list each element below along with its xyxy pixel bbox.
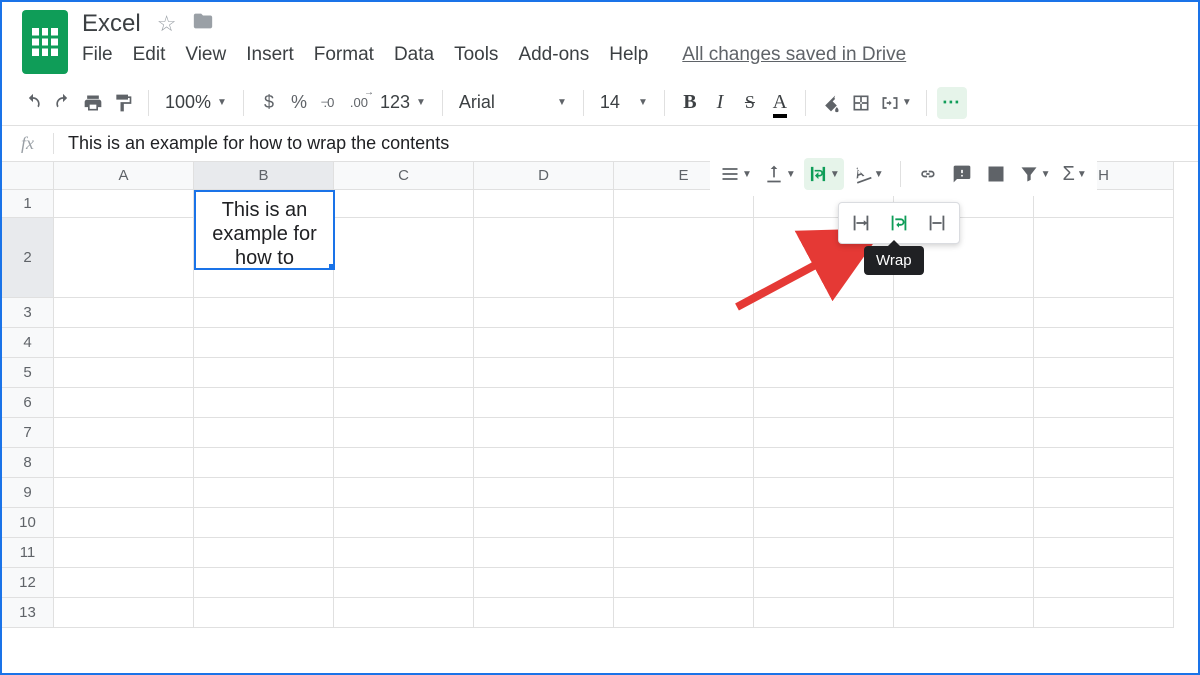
menu-format[interactable]: Format bbox=[314, 44, 374, 66]
insert-comment-button[interactable] bbox=[947, 158, 977, 190]
menu-file[interactable]: File bbox=[82, 44, 113, 66]
menu-data[interactable]: Data bbox=[394, 44, 434, 66]
spreadsheet-grid[interactable]: A B C D E F G H 1 2 3 4 5 6 7 8 9 10 11 … bbox=[2, 162, 1198, 628]
row-header[interactable]: 9 bbox=[2, 478, 54, 508]
wrap-options-panel bbox=[838, 202, 960, 244]
more-button[interactable]: ⋯ bbox=[937, 87, 967, 119]
zoom-select[interactable]: 100%▼ bbox=[159, 92, 233, 113]
cell-text: This is an example for how to bbox=[212, 199, 317, 269]
menu-help[interactable]: Help bbox=[609, 44, 648, 66]
col-header[interactable]: A bbox=[54, 162, 194, 190]
sheets-logo-icon bbox=[22, 10, 68, 74]
doc-meta: Excel ☆ File Edit View Insert Format Dat… bbox=[82, 10, 1188, 66]
number-format-select[interactable]: 123▼ bbox=[374, 92, 432, 113]
paint-format-button[interactable] bbox=[108, 87, 138, 119]
wrap-clip-option[interactable] bbox=[923, 209, 951, 237]
row-header[interactable]: 2 bbox=[2, 218, 54, 298]
menu-tools[interactable]: Tools bbox=[454, 44, 498, 66]
decrease-decimal-button[interactable]: .0_ bbox=[314, 87, 344, 119]
insert-link-button[interactable] bbox=[913, 158, 943, 190]
font-label: Arial bbox=[459, 92, 495, 113]
menu-edit[interactable]: Edit bbox=[133, 44, 166, 66]
row-header[interactable]: 7 bbox=[2, 418, 54, 448]
star-icon[interactable]: ☆ bbox=[157, 11, 177, 37]
doc-title[interactable]: Excel bbox=[82, 10, 141, 38]
italic-button[interactable]: I bbox=[705, 87, 735, 119]
text-rotation-button[interactable]: ▼ bbox=[848, 158, 888, 190]
row-header[interactable]: 11 bbox=[2, 538, 54, 568]
rows: 1 2 3 4 5 6 7 8 9 10 11 12 13 bbox=[2, 190, 1198, 628]
col-header[interactable]: D bbox=[474, 162, 614, 190]
percent-button[interactable]: % bbox=[284, 87, 314, 119]
formula-input[interactable] bbox=[54, 133, 1198, 154]
print-button[interactable] bbox=[78, 87, 108, 119]
font-size-select[interactable]: 14▼ bbox=[594, 92, 654, 113]
horizontal-align-button[interactable]: ▼ bbox=[716, 158, 756, 190]
select-all-corner[interactable] bbox=[2, 162, 54, 190]
col-header[interactable]: B bbox=[194, 162, 334, 190]
title-area: Excel ☆ File Edit View Insert Format Dat… bbox=[2, 2, 1198, 74]
filter-button[interactable]: ▼ bbox=[1015, 158, 1055, 190]
toolbar: 100%▼ $ % .0_ .00→ 123▼ Arial▼ 14▼ B I S… bbox=[2, 80, 1198, 126]
fill-handle[interactable] bbox=[329, 264, 335, 270]
row-header[interactable]: 13 bbox=[2, 598, 54, 628]
save-status[interactable]: All changes saved in Drive bbox=[682, 44, 906, 66]
currency-button[interactable]: $ bbox=[254, 87, 284, 119]
col-header[interactable]: C bbox=[334, 162, 474, 190]
row-header[interactable]: 10 bbox=[2, 508, 54, 538]
strikethrough-button[interactable]: S bbox=[735, 87, 765, 119]
menu-insert[interactable]: Insert bbox=[246, 44, 294, 66]
app-window: Excel ☆ File Edit View Insert Format Dat… bbox=[0, 0, 1200, 675]
zoom-value: 100% bbox=[165, 92, 211, 113]
merge-cells-button[interactable]: ▼ bbox=[876, 87, 916, 119]
fontsize-label: 14 bbox=[600, 92, 620, 113]
increase-decimal-button[interactable]: .00→ bbox=[344, 87, 374, 119]
text-color-button[interactable]: A bbox=[765, 87, 795, 119]
menu-addons[interactable]: Add-ons bbox=[518, 44, 589, 66]
selected-cell-b2[interactable]: This is an example for how to bbox=[194, 190, 335, 270]
insert-chart-button[interactable] bbox=[981, 158, 1011, 190]
fx-icon: fx bbox=[2, 133, 54, 154]
row-header[interactable]: 4 bbox=[2, 328, 54, 358]
text-wrap-button[interactable]: ▼ bbox=[804, 158, 844, 190]
menu-bar: File Edit View Insert Format Data Tools … bbox=[82, 44, 1188, 66]
borders-button[interactable] bbox=[846, 87, 876, 119]
wrap-tooltip: Wrap bbox=[864, 246, 924, 275]
redo-button[interactable] bbox=[48, 87, 78, 119]
toolbar-overflow: ▼ ▼ ▼ ▼ ▼ Σ▼ bbox=[710, 152, 1097, 196]
wrap-wrap-option[interactable] bbox=[885, 209, 913, 237]
folder-icon[interactable] bbox=[192, 10, 214, 38]
wrap-overflow-option[interactable] bbox=[847, 209, 875, 237]
bold-button[interactable]: B bbox=[675, 87, 705, 119]
row-header[interactable]: 8 bbox=[2, 448, 54, 478]
fill-color-button[interactable] bbox=[816, 87, 846, 119]
functions-button[interactable]: Σ▼ bbox=[1059, 158, 1091, 190]
row-header[interactable]: 1 bbox=[2, 190, 54, 218]
row-header[interactable]: 3 bbox=[2, 298, 54, 328]
row-header[interactable]: 12 bbox=[2, 568, 54, 598]
vertical-align-button[interactable]: ▼ bbox=[760, 158, 800, 190]
font-select[interactable]: Arial▼ bbox=[453, 92, 573, 113]
numfmt-label: 123 bbox=[380, 92, 410, 113]
menu-view[interactable]: View bbox=[185, 44, 226, 66]
row-header[interactable]: 5 bbox=[2, 358, 54, 388]
undo-button[interactable] bbox=[18, 87, 48, 119]
row-header[interactable]: 6 bbox=[2, 388, 54, 418]
